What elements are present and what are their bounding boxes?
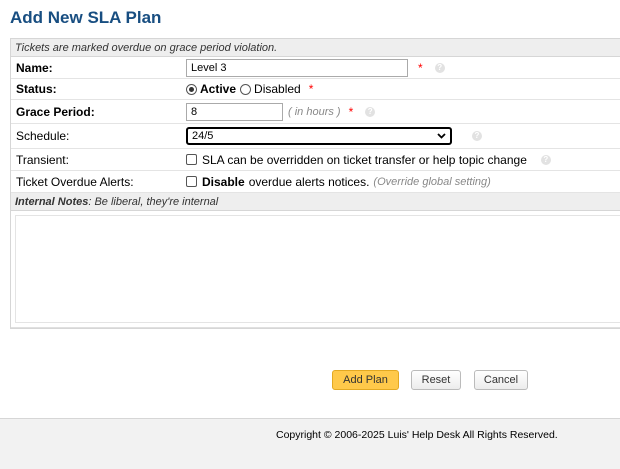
row-grace-period: Grace Period: ( in hours ) * ? — [11, 100, 620, 124]
disable-alerts-text: overdue alerts notices. — [248, 174, 370, 189]
disable-alerts-checkbox[interactable] — [186, 176, 197, 187]
status-label: Status: — [16, 82, 57, 96]
overdue-alerts-label: Ticket Overdue Alerts: — [16, 174, 134, 189]
required-mark: * — [418, 60, 423, 75]
help-icon[interactable]: ? — [434, 62, 445, 73]
grace-period-label: Grace Period: — [16, 104, 95, 119]
help-icon[interactable]: ? — [365, 106, 376, 117]
internal-notes-heading-bold: Internal Notes — [15, 195, 89, 208]
copyright-text: Copyright © 2006-2025 Luis' Help Desk Al… — [276, 429, 558, 441]
reset-button[interactable]: Reset — [411, 370, 461, 390]
status-disabled-radio[interactable] — [240, 83, 252, 95]
form-intro: Tickets are marked overdue on grace peri… — [11, 39, 620, 57]
internal-notes-heading-text: : Be liberal, they're internal — [88, 195, 219, 208]
internal-notes-heading: Internal Notes: Be liberal, they're inte… — [11, 193, 620, 211]
transient-label: Transient: — [16, 152, 69, 167]
add-plan-button[interactable]: Add Plan — [332, 370, 399, 390]
status-disabled-label[interactable]: Disabled — [254, 82, 301, 96]
row-schedule: Schedule: 24/5 ? — [11, 124, 620, 149]
grace-period-hint: ( in hours ) — [288, 105, 341, 118]
row-overdue-alerts: Ticket Overdue Alerts: Disable overdue a… — [11, 171, 620, 193]
cancel-button[interactable]: Cancel — [474, 370, 528, 390]
status-active-label[interactable]: Active — [200, 82, 236, 96]
schedule-select[interactable]: 24/5 — [186, 127, 452, 145]
help-icon[interactable]: ? — [472, 131, 482, 141]
chevron-down-icon — [437, 133, 446, 139]
transient-text: SLA can be overridden on ticket transfer… — [202, 152, 527, 167]
disable-alerts-bold: Disable — [202, 174, 245, 189]
sla-form: Tickets are marked overdue on grace peri… — [10, 38, 620, 329]
schedule-selected-value: 24/5 — [192, 130, 214, 142]
page-title: Add New SLA Plan — [10, 8, 162, 27]
row-status: Status: Active Disabled * — [11, 79, 620, 100]
disable-alerts-hint: (Override global setting) — [373, 175, 491, 188]
row-transient: Transient: SLA can be overridden on tick… — [11, 149, 620, 171]
internal-notes-area — [11, 211, 620, 328]
status-active-radio[interactable] — [186, 83, 197, 95]
grace-period-input[interactable] — [186, 102, 283, 121]
name-label: Name: — [16, 60, 53, 75]
schedule-label: Schedule: — [16, 129, 70, 143]
required-mark: * — [308, 82, 314, 96]
internal-notes-editor[interactable] — [15, 215, 620, 323]
transient-checkbox[interactable] — [186, 154, 197, 165]
footer: Copyright © 2006-2025 Luis' Help Desk Al… — [0, 418, 620, 469]
row-name: Name: * ? — [11, 57, 620, 79]
intro-text: Tickets are marked overdue on grace peri… — [15, 41, 278, 54]
name-input[interactable] — [186, 58, 408, 77]
help-icon[interactable]: ? — [540, 154, 551, 165]
required-mark: * — [348, 104, 354, 119]
